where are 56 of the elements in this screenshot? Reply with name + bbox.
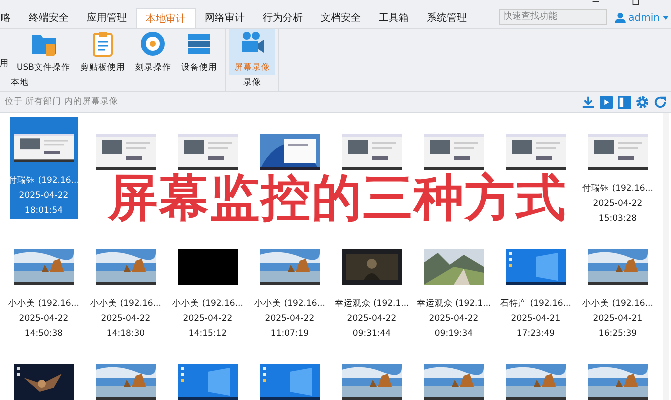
recording-date: 2025-04-22 [593, 198, 643, 211]
menu-tab[interactable]: 略 [0, 8, 20, 28]
recording-date: 2025-04-22 [19, 313, 69, 326]
recording-time: 11:07:19 [270, 328, 310, 341]
ribbon-button[interactable]: 设备使用 [176, 29, 222, 75]
user-name: 幸运观众 (192.1... [334, 298, 410, 311]
banner-caption: 屏幕监控的三种方式 [108, 173, 567, 223]
settings-icon[interactable] [636, 96, 649, 108]
menu-tab[interactable]: 系统管理 [418, 8, 476, 28]
ribbon-button[interactable]: 用 [0, 29, 12, 75]
recording-time: 16:25:39 [598, 328, 638, 341]
menu-tab[interactable]: 应用管理 [78, 8, 136, 28]
menu-tab[interactable]: 文档安全 [312, 8, 370, 28]
caret-icon [663, 16, 669, 20]
user-name: 小小美 (192.16... [172, 298, 244, 311]
recording-date: 2025-04-21 [593, 313, 643, 326]
recording-time: 17:23:49 [516, 328, 556, 341]
recording-time: 18:01:54 [24, 205, 64, 218]
user-name: 石特产 (192.16... [500, 298, 572, 311]
recording-date: 2025-04-22 [429, 313, 479, 326]
panel-icon[interactable] [618, 96, 631, 108]
menu-tab[interactable]: 行为分析 [254, 8, 312, 28]
recording-time: 14:18:30 [106, 328, 146, 341]
recording-time: 09:31:44 [352, 328, 392, 341]
user-name: 小小美 (192.16... [8, 298, 80, 311]
menu-tab[interactable]: 终端安全 [20, 8, 78, 28]
search-field[interactable]: 快速查找功能 [498, 9, 607, 25]
recording-time: 15:03:28 [598, 213, 638, 226]
recording-date: 2025-04-22 [183, 313, 233, 326]
recording-time: 14:50:38 [24, 328, 64, 341]
ribbon-button[interactable]: 剪贴板使用 [75, 29, 130, 75]
recording-date: 2025-04-21 [511, 313, 561, 326]
recording-date: 2025-04-22 [265, 313, 315, 326]
ribbon-button[interactable]: 刻录操作 [130, 29, 176, 75]
group-label: 录像 [243, 77, 262, 90]
group-label: 本地 [11, 77, 29, 90]
user-icon [614, 12, 626, 24]
user-name: 小小美 (192.16... [582, 298, 654, 311]
user-name: 付瑞钰 (192.16... [582, 183, 654, 196]
play-icon[interactable] [600, 96, 613, 108]
recording-date: 2025-04-22 [347, 313, 397, 326]
recording-time: 14:15:12 [188, 328, 228, 341]
disc-icon [139, 30, 168, 58]
download-icon[interactable] [582, 96, 595, 108]
user-name: 小小美 (192.16... [90, 298, 162, 311]
user-name: 小小美 (192.16... [254, 298, 326, 311]
recording-date: 2025-04-22 [101, 313, 151, 326]
menu-tab[interactable]: 工具箱 [370, 8, 418, 28]
refresh-icon[interactable] [654, 96, 667, 108]
recording-time: 09:19:34 [434, 328, 474, 341]
user-name: 幸运观众 (192.1... [416, 298, 492, 311]
recording-date: 2025-04-22 [19, 190, 69, 203]
ribbon-button[interactable]: USB文件操作 [12, 29, 76, 75]
maximize-icon[interactable] [631, 0, 641, 6]
breadcrumb-text: 位于 所有部门 内的屏幕录像 [5, 96, 118, 108]
menu-tab[interactable]: 网络审计 [196, 8, 254, 28]
